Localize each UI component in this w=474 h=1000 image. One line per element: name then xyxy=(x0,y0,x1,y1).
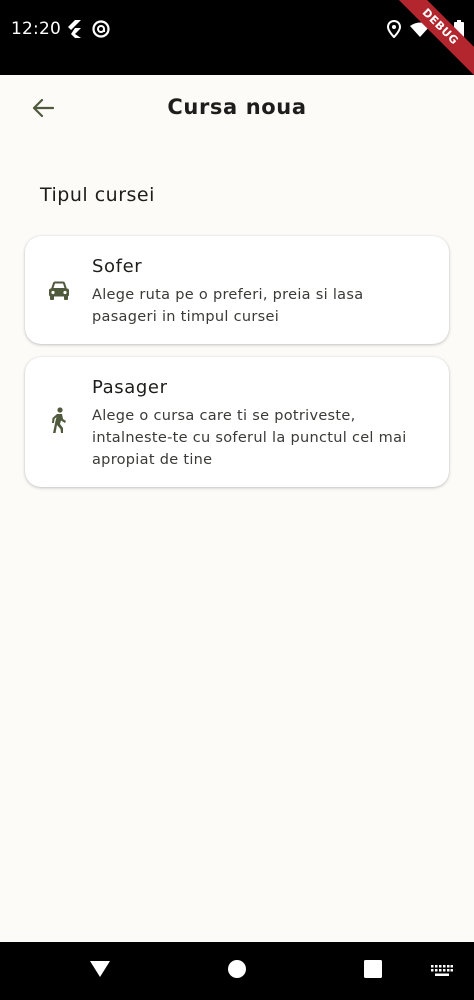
option-title-passenger: Pasager xyxy=(92,377,168,398)
section-title: Tipul cursei xyxy=(40,184,155,206)
screen: 12:20 DEBUG Cursa noua Tipul cursei Sofe… xyxy=(0,0,474,1000)
option-description-passenger: Alege o cursa care ti se potriveste, int… xyxy=(92,408,407,468)
car-icon xyxy=(46,278,72,304)
nav-back-button[interactable] xyxy=(70,942,130,1000)
flutter-icon xyxy=(66,20,82,42)
option-title-driver: Sofer xyxy=(92,256,143,277)
status-time: 12:20 xyxy=(11,19,61,39)
status-bar: 12:20 DEBUG xyxy=(0,0,474,77)
option-card-passenger[interactable]: Pasager Alege o cursa care ti se potrive… xyxy=(25,357,449,487)
nav-home-button[interactable] xyxy=(207,942,267,1000)
location-icon xyxy=(386,19,402,42)
page-title: Cursa noua xyxy=(167,95,307,119)
option-description-driver: Alege ruta pe o preferi, preia si lasa p… xyxy=(92,287,364,325)
nav-keyboard-button[interactable] xyxy=(412,942,472,1000)
option-card-driver[interactable]: Sofer Alege ruta pe o preferi, preia si … xyxy=(25,236,449,344)
at-sign-icon xyxy=(92,20,110,42)
recents-square-icon xyxy=(364,960,382,982)
navigation-bar xyxy=(0,942,474,1000)
back-triangle-icon xyxy=(90,961,110,981)
app-bar: Cursa noua xyxy=(0,75,474,143)
nav-recents-button[interactable] xyxy=(343,942,403,1000)
home-circle-icon xyxy=(228,960,246,982)
walking-person-icon xyxy=(46,407,72,433)
debug-ribbon: DEBUG xyxy=(390,0,474,77)
keyboard-icon xyxy=(431,962,453,981)
